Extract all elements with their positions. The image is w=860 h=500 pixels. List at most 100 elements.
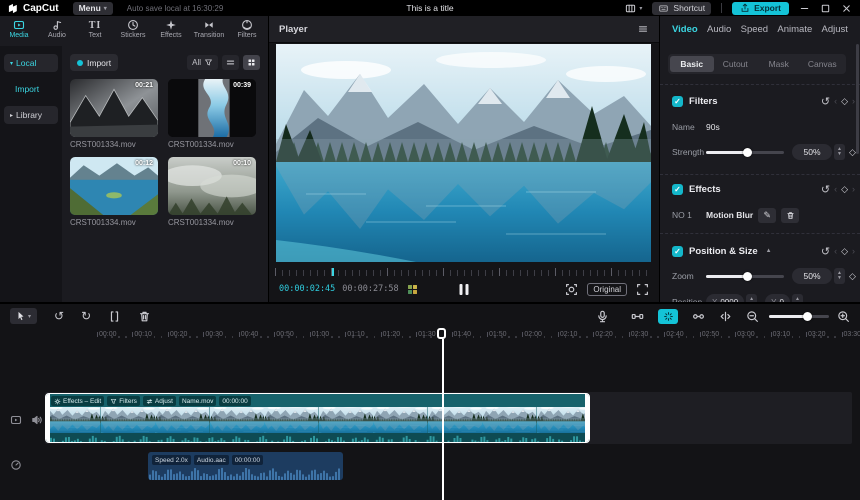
- tab-media[interactable]: Media: [0, 16, 38, 46]
- tab-text[interactable]: TI Text: [76, 16, 114, 46]
- clip-badge-filters[interactable]: Filters: [107, 396, 140, 406]
- layout-switch-button[interactable]: ▾: [624, 3, 642, 14]
- position-x-input[interactable]: X 0000: [706, 294, 745, 302]
- zoom-out-icon[interactable]: [746, 310, 759, 323]
- playhead-handle[interactable]: [437, 328, 446, 339]
- edit-effect-button[interactable]: ✎: [758, 207, 777, 223]
- snapping-icon[interactable]: [631, 310, 644, 323]
- zoom-in-icon[interactable]: [837, 310, 850, 323]
- keyframe-next-icon[interactable]: ›: [852, 246, 855, 256]
- mute-track-icon[interactable]: [31, 414, 43, 426]
- strength-stepper[interactable]: ▲ ▼: [834, 144, 845, 160]
- keyframe-icon[interactable]: ◇: [841, 246, 848, 257]
- subtab-cutout[interactable]: Cutout: [714, 56, 758, 72]
- link-icon[interactable]: [692, 310, 705, 323]
- properties-tab-animate[interactable]: Animate: [777, 24, 812, 35]
- properties-tab-video[interactable]: Video: [672, 24, 698, 35]
- sidebar-item-library[interactable]: ▸ Library: [4, 106, 58, 124]
- cover-icon[interactable]: [10, 414, 22, 426]
- clip-badge-adjust[interactable]: Adjust: [142, 396, 176, 406]
- position-x-stepper[interactable]: ▲▼: [746, 294, 758, 302]
- audio-clip[interactable]: Speed 2.0x Audio.aac 00:00:00: [148, 452, 343, 480]
- clip-badge-effects-edit[interactable]: Effects – Edit: [51, 396, 105, 406]
- subtab-canvas[interactable]: Canvas: [801, 56, 845, 72]
- clip-trim-handle-right[interactable]: [585, 394, 589, 442]
- close-button[interactable]: [841, 3, 852, 14]
- keyframe-prev-icon[interactable]: ‹: [834, 184, 837, 194]
- reset-icon[interactable]: ↺: [821, 245, 830, 258]
- clip-trim-handle-left[interactable]: [46, 394, 50, 442]
- reset-icon[interactable]: ↺: [821, 95, 830, 108]
- timeline-zoom-slider[interactable]: [769, 311, 829, 321]
- sidebar-item-import[interactable]: Import: [0, 84, 39, 94]
- clip-badge-name-mov[interactable]: Name.mov: [178, 396, 217, 406]
- keyframe-next-icon[interactable]: ›: [852, 184, 855, 194]
- select-tool-button[interactable]: ▾: [10, 308, 37, 324]
- zoom-value[interactable]: 50%: [792, 268, 832, 284]
- tab-transition[interactable]: Transition: [190, 16, 228, 46]
- position-y-stepper[interactable]: ▲▼: [791, 294, 803, 302]
- snapshot-icon[interactable]: [565, 283, 578, 296]
- delete-effect-button[interactable]: [781, 207, 800, 223]
- fullscreen-icon[interactable]: [636, 283, 649, 296]
- media-thumbnail[interactable]: 00:21: [70, 79, 158, 137]
- quality-indicator-icon[interactable]: [407, 284, 417, 294]
- scrubber-position[interactable]: [331, 268, 334, 276]
- redo-button[interactable]: ↻: [81, 309, 91, 323]
- maximize-button[interactable]: [820, 3, 831, 14]
- media-item[interactable]: 00:12 CRST001334.mov: [70, 157, 158, 227]
- keyframe-icon[interactable]: ◇: [841, 184, 848, 195]
- menu-button[interactable]: Menu ▾: [72, 1, 113, 15]
- player-scrubber[interactable]: [275, 268, 653, 277]
- record-voiceover-icon[interactable]: [596, 310, 609, 323]
- filters-checkbox[interactable]: ✓: [672, 95, 683, 107]
- strength-slider[interactable]: [706, 147, 784, 157]
- subtab-basic[interactable]: Basic: [670, 56, 714, 72]
- keyframe-next-icon[interactable]: ›: [852, 96, 855, 106]
- properties-tab-speed[interactable]: Speed: [741, 24, 768, 35]
- quality-select[interactable]: Original: [587, 282, 627, 296]
- tab-stickers[interactable]: Stickers: [114, 16, 152, 46]
- preview-axis-button[interactable]: [658, 308, 678, 324]
- auto-split-icon[interactable]: [719, 310, 732, 323]
- export-button[interactable]: Export: [732, 1, 789, 15]
- collapse-icon[interactable]: ▲: [766, 248, 772, 254]
- sidebar-item-local[interactable]: ▾ Local: [4, 54, 58, 72]
- video-preview[interactable]: [276, 44, 651, 262]
- keyframe-prev-icon[interactable]: ‹: [834, 246, 837, 256]
- tab-effects[interactable]: Effects: [152, 16, 190, 46]
- media-thumbnail[interactable]: 00:12: [70, 157, 158, 215]
- keyframe-prev-icon[interactable]: ‹: [834, 96, 837, 106]
- effects-checkbox[interactable]: ✓: [672, 183, 683, 195]
- media-item[interactable]: 00:21 CRST001334.mov: [70, 79, 158, 149]
- strength-value[interactable]: 50%: [792, 144, 832, 160]
- zoom-slider[interactable]: [706, 271, 784, 281]
- delete-clip-icon[interactable]: [138, 310, 151, 323]
- timeline-ruler[interactable]: 00:00 00:10 00:20 00:30 00:40 00:50 01:00 01:10…: [0, 328, 860, 344]
- properties-tab-audio[interactable]: Audio: [707, 24, 731, 35]
- media-thumbnail[interactable]: 00:39: [168, 79, 256, 137]
- zoom-stepper[interactable]: ▲ ▼: [834, 268, 845, 284]
- keyframe-icon[interactable]: ◇: [841, 96, 848, 107]
- scrollbar[interactable]: [856, 44, 859, 154]
- player-menu-icon[interactable]: [637, 23, 649, 35]
- shortcut-button[interactable]: Shortcut: [652, 1, 712, 15]
- reset-icon[interactable]: ↺: [821, 183, 830, 196]
- properties-tab-adjust[interactable]: Adjust: [822, 24, 848, 35]
- voiceover-track-icon[interactable]: [10, 459, 22, 471]
- position-y-input[interactable]: Y 0: [765, 294, 790, 302]
- minimize-button[interactable]: [799, 3, 810, 14]
- media-thumbnail[interactable]: 00:10: [168, 157, 256, 215]
- media-item[interactable]: 00:10 CRST001334.mov: [168, 157, 256, 227]
- subtab-mask[interactable]: Mask: [757, 56, 801, 72]
- keyframe-icon[interactable]: ◇: [849, 271, 856, 282]
- undo-button[interactable]: ↺: [54, 309, 64, 323]
- tab-filters[interactable]: Filters: [228, 16, 266, 46]
- pause-button[interactable]: [459, 283, 469, 295]
- media-item[interactable]: 00:39 CRST001334.mov: [168, 79, 256, 149]
- split-tool-icon[interactable]: [108, 310, 121, 323]
- filter-all-button[interactable]: All: [187, 55, 218, 70]
- keyframe-icon[interactable]: ◇: [849, 147, 856, 158]
- clip-badge-00-00-00[interactable]: 00:00:00: [219, 396, 251, 406]
- import-button[interactable]: Import: [70, 54, 119, 71]
